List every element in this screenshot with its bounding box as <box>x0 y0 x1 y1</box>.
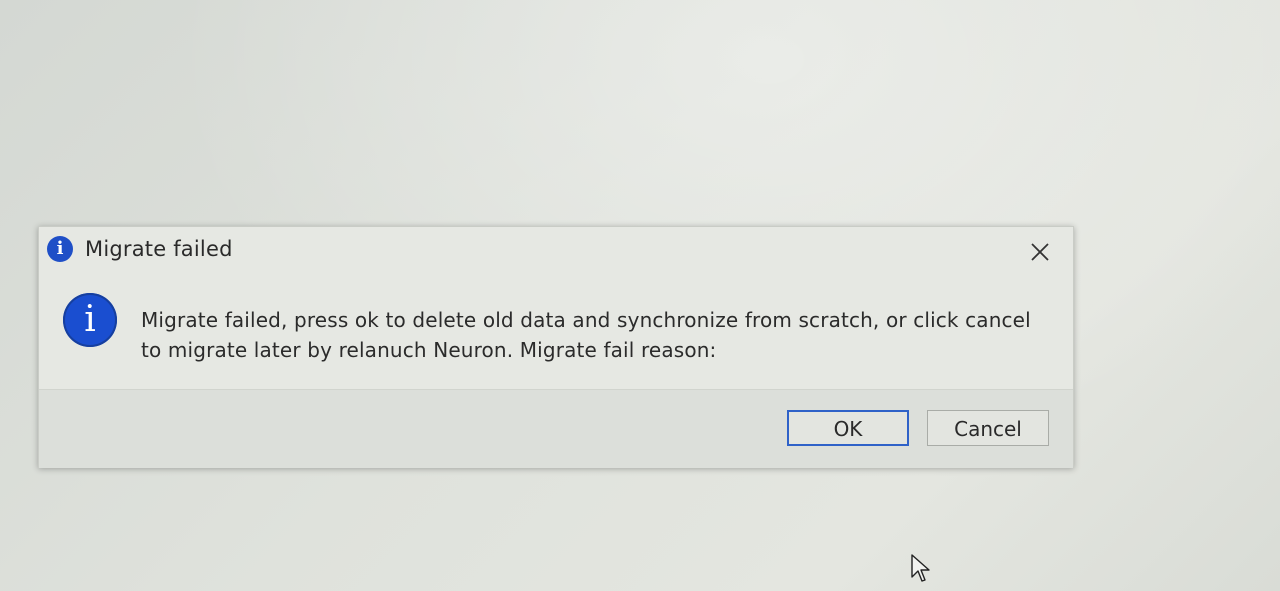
dialog-title: Migrate failed <box>85 237 233 261</box>
close-icon <box>1031 243 1049 261</box>
dialog-button-bar: OK Cancel <box>39 389 1073 468</box>
info-icon: i <box>63 293 117 347</box>
dialog-content: i Migrate failed, press ok to delete old… <box>39 271 1073 387</box>
dialog-titlebar: i Migrate failed <box>39 227 1073 271</box>
cancel-button[interactable]: Cancel <box>927 410 1049 446</box>
pointer-arrow-icon <box>911 554 930 582</box>
migrate-failed-dialog: i Migrate failed i Migrate failed, press… <box>38 226 1074 468</box>
ok-button[interactable]: OK <box>787 410 909 446</box>
info-icon: i <box>47 236 73 262</box>
dialog-message: Migrate failed, press ok to delete old d… <box>141 308 1031 362</box>
close-button[interactable] <box>1025 237 1055 267</box>
